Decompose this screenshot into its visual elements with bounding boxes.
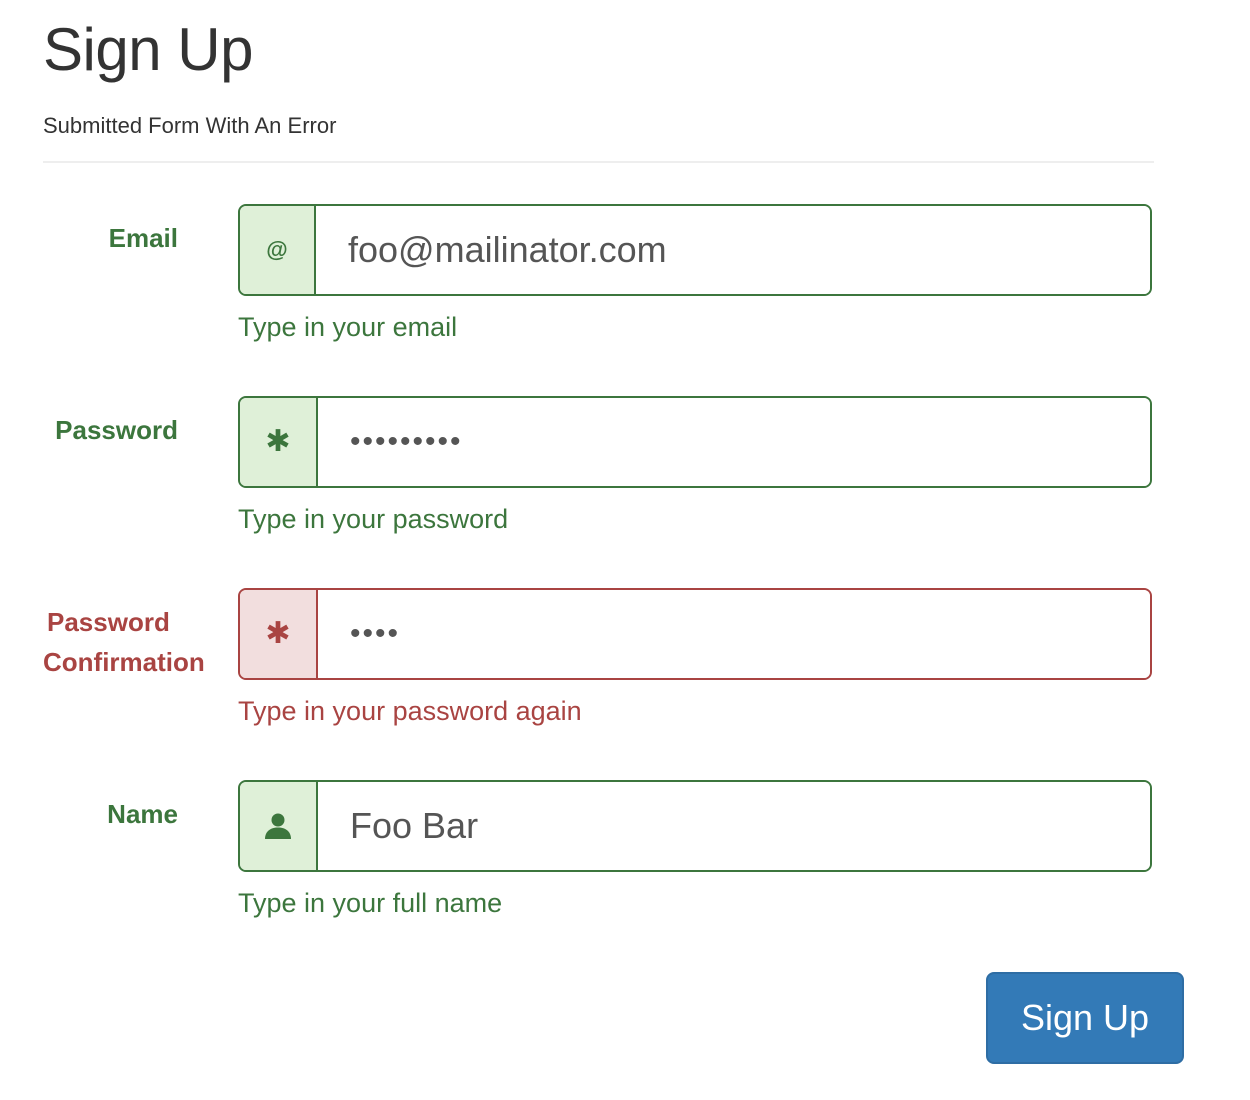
name-help-text: Type in your full name <box>238 888 503 918</box>
sign-up-page: Sign Up Submitted Form With An Error Ema… <box>0 0 1250 1100</box>
name-input-group <box>238 780 1152 872</box>
password-confirmation-input[interactable] <box>318 590 1150 678</box>
at-icon: @ <box>240 206 316 294</box>
page-title: Sign Up <box>43 16 253 83</box>
password-confirmation-label-line1: Password <box>47 607 170 637</box>
password-label: Password <box>55 415 178 445</box>
name-input[interactable] <box>318 782 1150 870</box>
email-input[interactable] <box>316 206 1150 294</box>
email-label: Email <box>108 223 178 253</box>
header-divider <box>43 161 1154 163</box>
asterisk-icon: ✱ <box>240 398 318 486</box>
name-label: Name <box>107 799 178 829</box>
password-confirmation-input-group: ✱ <box>238 588 1152 680</box>
email-help-text: Type in your email <box>238 312 458 342</box>
user-icon <box>240 782 318 870</box>
password-confirmation-label-line2: Confirmation <box>43 647 205 677</box>
password-confirmation-label: Password Confirmation <box>43 602 205 682</box>
page-subtitle: Submitted Form With An Error <box>43 113 337 138</box>
sign-up-button[interactable]: Sign Up <box>986 972 1184 1064</box>
password-input-group: ✱ <box>238 396 1152 488</box>
password-input[interactable] <box>318 398 1150 486</box>
password-confirmation-help-text: Type in your password again <box>238 696 582 726</box>
password-help-text: Type in your password <box>238 504 509 534</box>
email-input-group: @ <box>238 204 1152 296</box>
asterisk-icon: ✱ <box>240 590 318 678</box>
